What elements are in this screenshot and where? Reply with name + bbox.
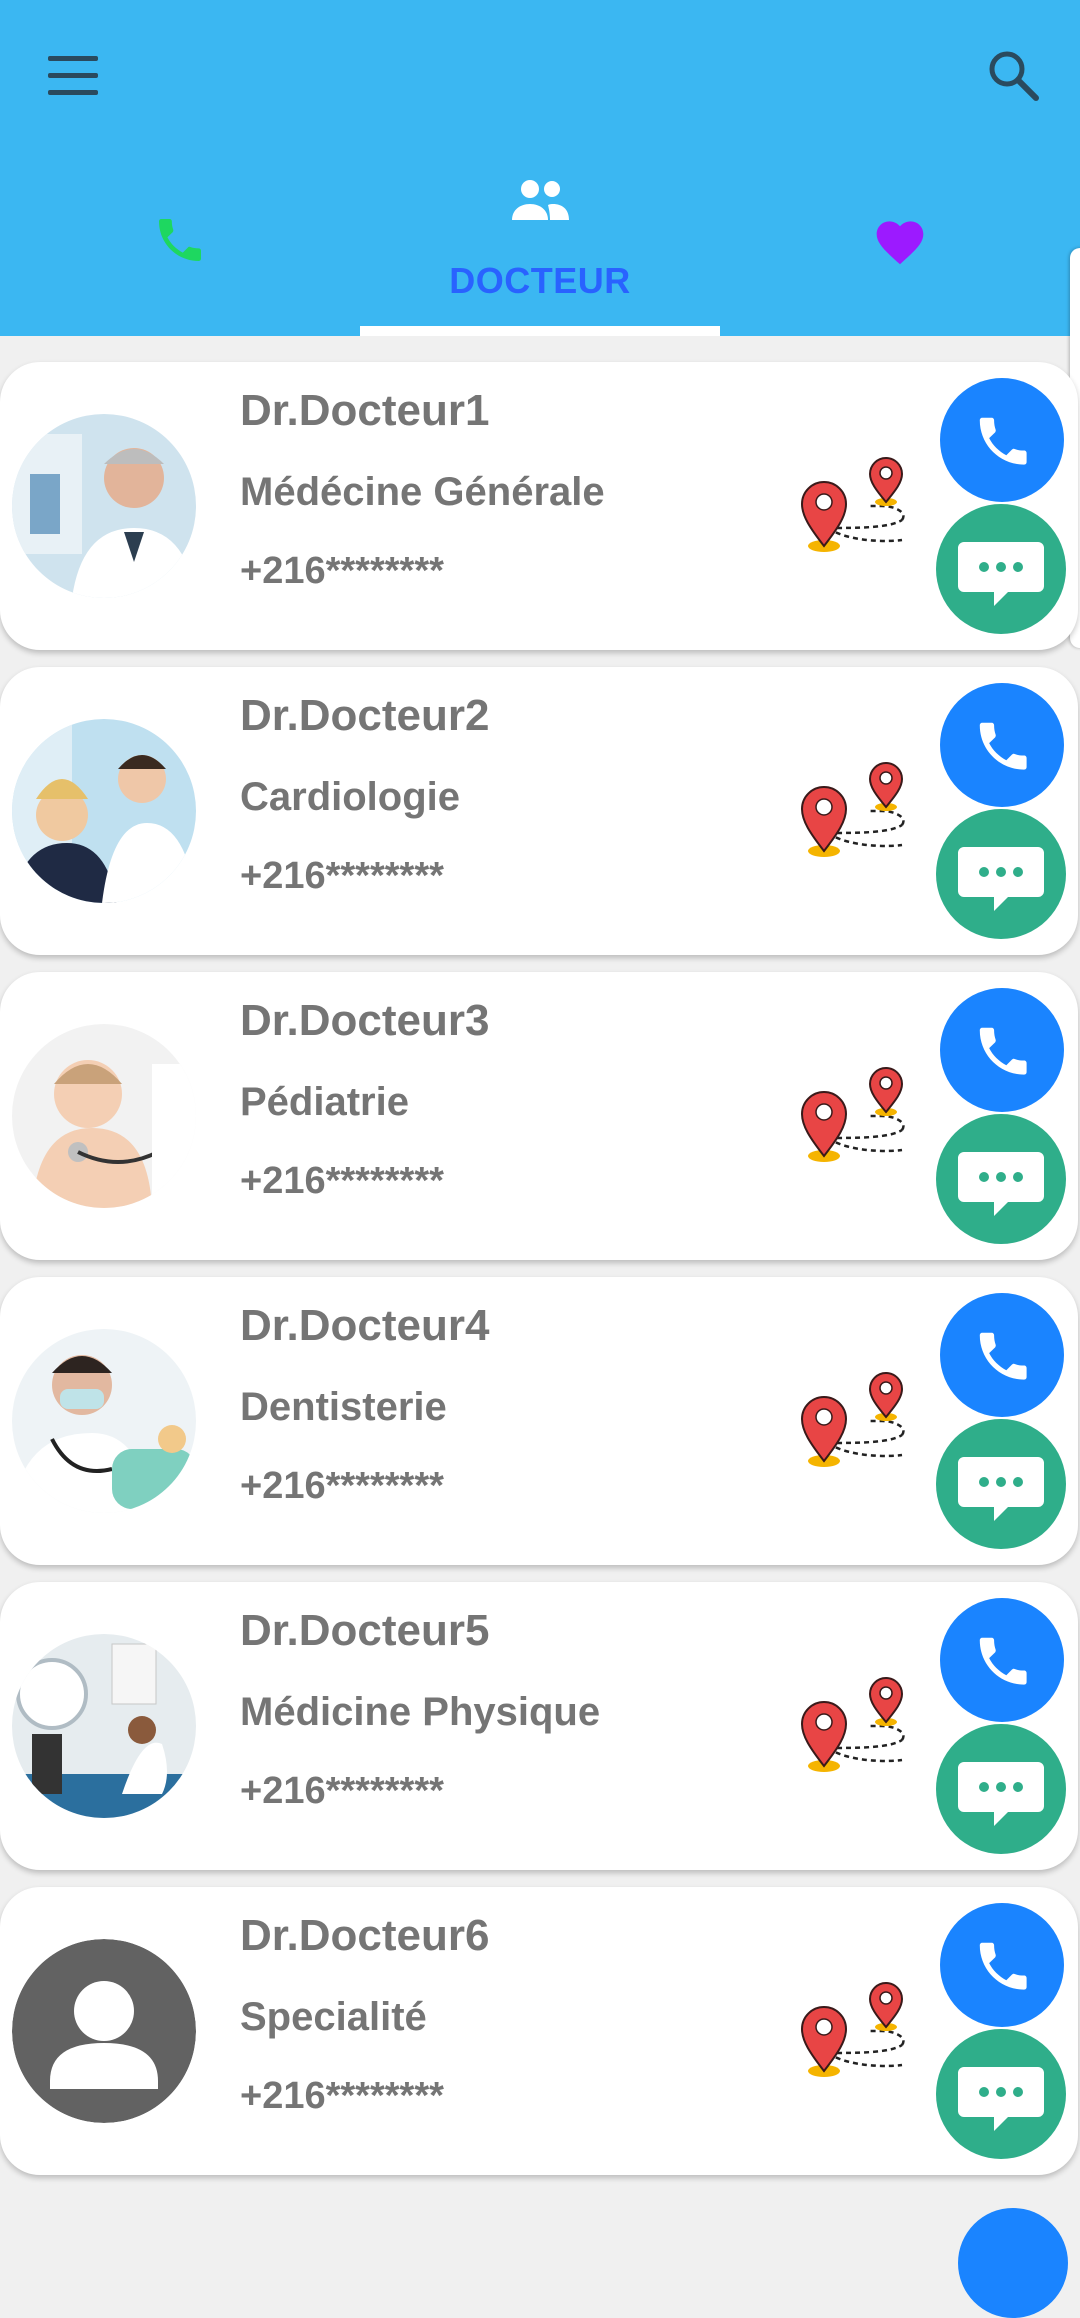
doctor-card[interactable]: Dr.Docteur6 Specialité +216******** — [0, 1887, 1078, 2175]
map-route-icon[interactable] — [798, 1060, 916, 1170]
doctor-phone: +216******** — [240, 1465, 444, 1507]
message-button[interactable] — [936, 1419, 1066, 1549]
tab-calls[interactable] — [0, 150, 360, 336]
doctor-name: Dr.Docteur6 — [240, 1911, 490, 1960]
search-icon[interactable] — [980, 42, 1050, 112]
group-icon — [508, 178, 572, 227]
call-button[interactable] — [940, 988, 1064, 1112]
call-button[interactable] — [940, 1293, 1064, 1417]
default-avatar-icon — [12, 1939, 196, 2123]
doctor-specialty: Médicine Physique — [240, 1690, 601, 1734]
heart-icon — [872, 214, 928, 271]
message-button[interactable] — [936, 504, 1066, 634]
tab-favorites[interactable] — [720, 150, 1080, 336]
doctor-avatar — [12, 1024, 196, 1208]
doctor-card[interactable]: Dr.Docteur1 Médécine Générale +216******… — [0, 362, 1078, 650]
doctor-avatar — [12, 1329, 196, 1513]
doctor-specialty: Specialité — [240, 1995, 427, 2039]
menu-icon[interactable] — [40, 42, 106, 108]
doctor-name: Dr.Docteur1 — [240, 386, 490, 435]
phone-icon — [152, 212, 208, 273]
map-route-icon[interactable] — [798, 450, 916, 560]
doctor-avatar — [12, 414, 196, 598]
doctor-specialty: Dentisterie — [240, 1385, 447, 1429]
map-route-icon[interactable] — [798, 1975, 916, 2085]
doctor-phone: +216******** — [240, 1770, 444, 1812]
tab-label: DOCTEUR — [449, 260, 631, 301]
map-route-icon[interactable] — [798, 755, 916, 865]
doctor-phone: +216******** — [240, 2075, 444, 2117]
call-button[interactable] — [958, 2208, 1068, 2318]
doctor-specialty: Cardiologie — [240, 775, 461, 819]
doctor-card[interactable]: Dr.Docteur3 Pédiatrie +216******** — [0, 972, 1078, 1260]
doctor-card[interactable]: Dr.Docteur2 Cardiologie +216******** — [0, 667, 1078, 955]
tab-docteur[interactable]: DOCTEUR — [360, 150, 720, 336]
doctor-phone: +216******** — [240, 1160, 444, 1202]
doctor-specialty: Médécine Générale — [240, 470, 605, 514]
doctor-avatar — [12, 1634, 196, 1818]
map-route-icon[interactable] — [798, 1670, 916, 1780]
doctor-name: Dr.Docteur4 — [240, 1301, 490, 1350]
doctor-name: Dr.Docteur5 — [240, 1606, 490, 1655]
doctor-phone: +216******** — [240, 855, 444, 897]
message-button[interactable] — [936, 1114, 1066, 1244]
message-button[interactable] — [936, 2029, 1066, 2159]
doctor-name: Dr.Docteur2 — [240, 691, 490, 740]
doctor-phone: +216******** — [240, 550, 444, 592]
call-button[interactable] — [940, 378, 1064, 502]
doctor-specialty: Pédiatrie — [240, 1080, 409, 1124]
call-button[interactable] — [940, 683, 1064, 807]
call-button[interactable] — [940, 1903, 1064, 2027]
app-bar: DOCTEUR — [0, 0, 1080, 336]
tab-indicator — [360, 326, 720, 336]
doctor-avatar — [12, 719, 196, 903]
map-route-icon[interactable] — [798, 1365, 916, 1475]
call-button[interactable] — [940, 1598, 1064, 1722]
message-button[interactable] — [936, 1724, 1066, 1854]
doctor-card[interactable]: Dr.Docteur5 Médicine Physique +216******… — [0, 1582, 1078, 1870]
message-button[interactable] — [936, 809, 1066, 939]
doctor-card[interactable]: Dr.Docteur4 Dentisterie +216******** — [0, 1277, 1078, 1565]
doctor-name: Dr.Docteur3 — [240, 996, 490, 1045]
